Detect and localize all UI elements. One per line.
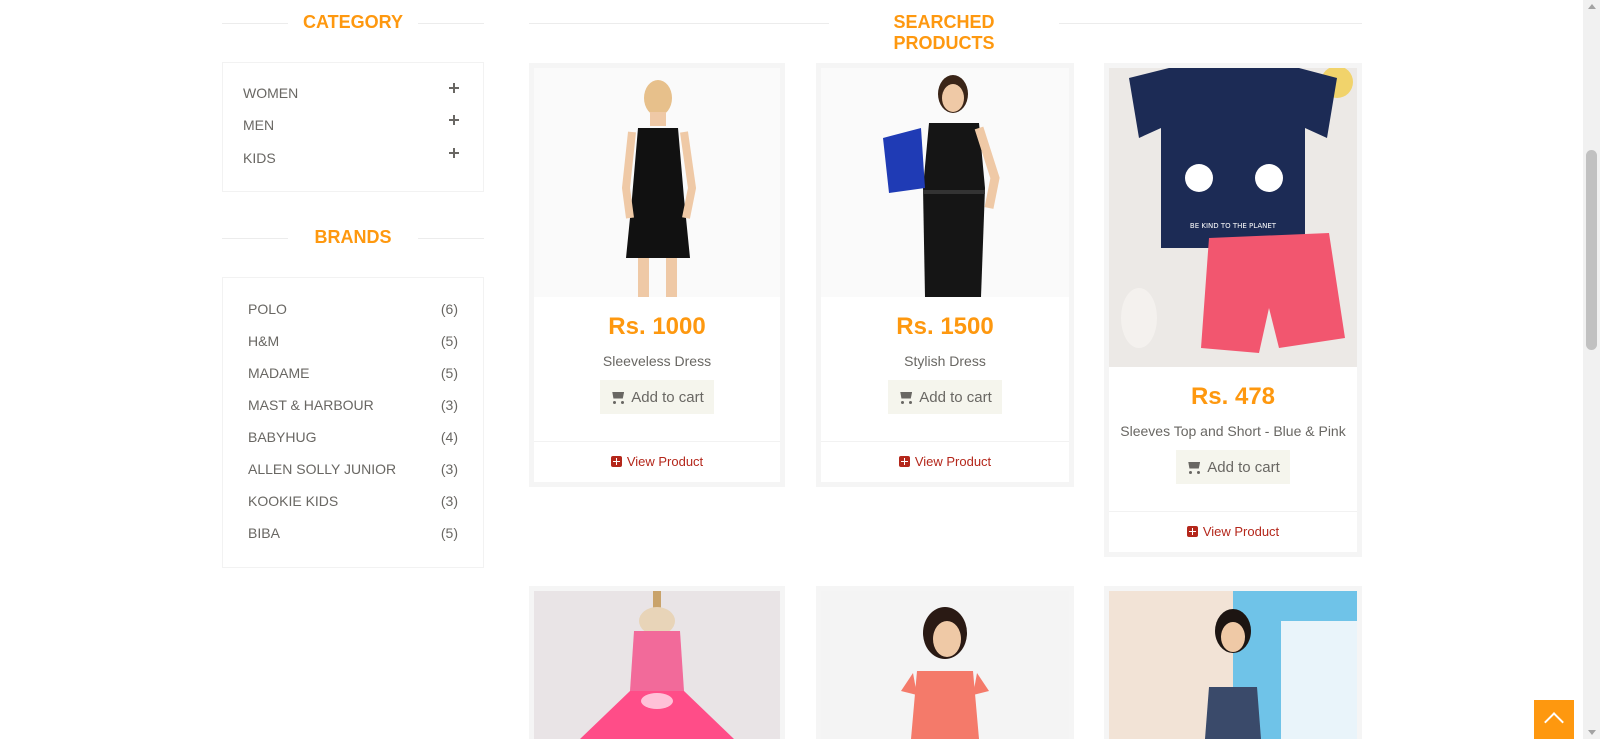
shopping-cart-icon xyxy=(898,391,913,404)
brand-count: (3) xyxy=(440,493,458,509)
scroll-thumb[interactable] xyxy=(1586,150,1597,350)
category-label: WOMEN xyxy=(243,85,299,101)
product-image xyxy=(821,68,1069,297)
scroll-down-icon[interactable] xyxy=(1588,730,1596,735)
brand-label[interactable]: BIBA xyxy=(248,525,280,541)
brand-item-kookie-kids[interactable]: KOOKIE KIDS (3) xyxy=(248,493,458,513)
scroll-up-icon[interactable] xyxy=(1588,4,1596,9)
plus-icon[interactable] xyxy=(449,148,459,158)
product-card: BE KIND TO THE PLANET Rs. 478 Sleeves To… xyxy=(1104,63,1362,557)
brand-count: (3) xyxy=(440,397,458,413)
brand-count: (5) xyxy=(440,365,458,381)
view-product-link[interactable]: View Product xyxy=(534,441,780,481)
plus-icon[interactable] xyxy=(449,83,459,93)
category-item-kids[interactable]: KIDS xyxy=(243,148,463,170)
brand-item-allen-solly-junior[interactable]: ALLEN SOLLY JUNIOR (3) xyxy=(248,461,458,481)
category-label: KIDS xyxy=(243,150,276,166)
brand-item-polo[interactable]: POLO (6) xyxy=(248,301,458,321)
plus-square-icon xyxy=(1186,526,1198,537)
product-card xyxy=(1104,586,1362,739)
product-card xyxy=(529,586,785,739)
products-rule-right xyxy=(1058,23,1362,24)
brand-count: (4) xyxy=(440,429,458,445)
shopping-cart-icon xyxy=(610,391,625,404)
product-name: Sleeves Top and Short - Blue & Pink xyxy=(1120,423,1346,439)
category-rule-left xyxy=(222,23,288,24)
svg-text:BE KIND TO THE PLANET: BE KIND TO THE PLANET xyxy=(1190,222,1277,230)
products-title: SEARCHED PRODUCTS xyxy=(829,12,1059,54)
brand-item-mast-harbour[interactable]: MAST & HARBOUR (3) xyxy=(248,397,458,417)
product-name: Stylish Dress xyxy=(904,353,986,369)
product-card: Rs. 1500 Stylish Dress Add to cart View … xyxy=(816,63,1074,487)
view-product-label: View Product xyxy=(914,454,992,469)
plus-icon[interactable] xyxy=(449,115,459,125)
view-product-link[interactable]: View Product xyxy=(821,441,1069,481)
product-card-inner xyxy=(821,591,1069,739)
page-scrollbar[interactable] xyxy=(1583,0,1600,739)
product-name: Sleeveless Dress xyxy=(602,353,712,369)
brand-label[interactable]: MADAME xyxy=(248,365,309,381)
product-card-inner: Rs. 1500 Stylish Dress Add to cart View … xyxy=(821,68,1069,482)
add-to-cart-label: Add to cart xyxy=(919,388,992,406)
product-price: Rs. 478 xyxy=(1190,383,1276,410)
add-to-cart-button[interactable]: Add to cart xyxy=(600,380,714,414)
brands-rule-left xyxy=(222,238,288,239)
brand-count: (6) xyxy=(440,301,458,317)
product-price: Rs. 1500 xyxy=(896,313,994,340)
product-card-inner: Rs. 1000 Sleeveless Dress Add to cart Vi… xyxy=(534,68,780,482)
category-item-women[interactable]: WOMEN xyxy=(243,83,463,105)
product-image xyxy=(534,68,780,297)
category-panel: WOMEN MEN KIDS xyxy=(222,62,484,192)
product-card-inner: BE KIND TO THE PLANET Rs. 478 Sleeves To… xyxy=(1109,68,1357,552)
brands-rule-right xyxy=(418,238,484,239)
add-to-cart-label: Add to cart xyxy=(631,388,704,406)
brand-label[interactable]: POLO xyxy=(248,301,287,317)
brands-title: BRANDS xyxy=(288,227,418,248)
products-rule-left xyxy=(529,23,829,24)
add-to-cart-label: Add to cart xyxy=(1207,458,1280,476)
product-price: Rs. 1000 xyxy=(608,313,706,340)
view-product-link[interactable]: View Product xyxy=(1109,511,1357,551)
brand-item-babyhug[interactable]: BABYHUG (4) xyxy=(248,429,458,449)
brand-item-biba[interactable]: BIBA (5) xyxy=(248,525,458,545)
brand-label[interactable]: KOOKIE KIDS xyxy=(248,493,338,509)
brand-count: (3) xyxy=(440,461,458,477)
product-image xyxy=(1109,591,1357,739)
plus-square-icon xyxy=(898,456,910,467)
product-card: Rs. 1000 Sleeveless Dress Add to cart Vi… xyxy=(529,63,785,487)
brand-label[interactable]: BABYHUG xyxy=(248,429,316,445)
category-item-men[interactable]: MEN xyxy=(243,115,463,137)
brand-item-hm[interactable]: H&M (5) xyxy=(248,333,458,353)
brands-panel: POLO (6) H&M (5) MADAME (5) MAST & HARBO… xyxy=(222,277,484,568)
product-image: BE KIND TO THE PLANET xyxy=(1109,68,1357,367)
product-card-inner xyxy=(534,591,780,739)
brand-count: (5) xyxy=(440,333,458,349)
product-card xyxy=(816,586,1074,739)
shopping-cart-icon xyxy=(1186,461,1201,474)
scroll-to-top-button[interactable] xyxy=(1534,700,1574,739)
add-to-cart-button[interactable]: Add to cart xyxy=(888,380,1002,414)
brand-count: (5) xyxy=(440,525,458,541)
brand-label[interactable]: H&M xyxy=(248,333,279,349)
category-rule-right xyxy=(418,23,484,24)
product-image xyxy=(821,591,1069,739)
product-card-inner xyxy=(1109,591,1357,739)
view-product-label: View Product xyxy=(626,454,704,469)
view-product-label: View Product xyxy=(1202,524,1280,539)
category-label: MEN xyxy=(243,117,275,133)
brand-label[interactable]: MAST & HARBOUR xyxy=(248,397,374,413)
brand-item-madame[interactable]: MADAME (5) xyxy=(248,365,458,385)
plus-square-icon xyxy=(610,456,622,467)
brand-label[interactable]: ALLEN SOLLY JUNIOR xyxy=(248,461,396,477)
add-to-cart-button[interactable]: Add to cart xyxy=(1176,450,1290,484)
product-image xyxy=(534,591,780,739)
category-title: CATEGORY xyxy=(288,12,418,33)
